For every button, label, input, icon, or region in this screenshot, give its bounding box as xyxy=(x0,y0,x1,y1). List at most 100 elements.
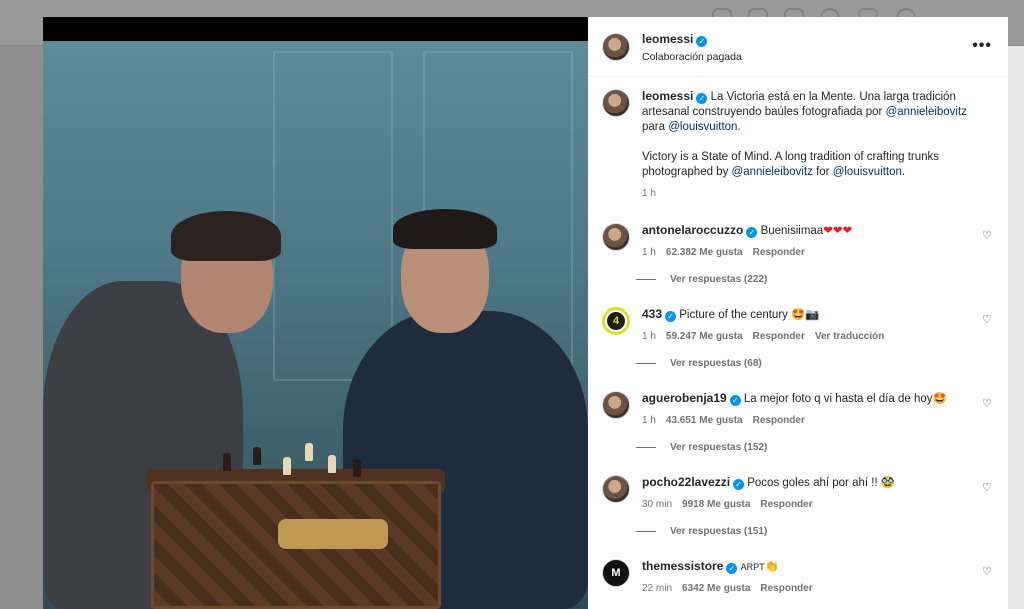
mention-link[interactable]: @annieleibovitz xyxy=(886,106,967,118)
comment-username[interactable]: antonelaroccuzzo xyxy=(642,223,743,237)
reply-button[interactable]: Responder xyxy=(753,415,805,426)
heart-outline-icon[interactable]: ♡ xyxy=(982,567,992,578)
post-header: leomessi ✓ Colaboración pagada ••• xyxy=(588,17,1008,77)
comment-text: Picture of the century xyxy=(679,309,788,321)
caption-text: . xyxy=(901,166,906,178)
replies-divider xyxy=(636,531,656,532)
view-replies-label[interactable]: Ver respuestas (222) xyxy=(670,274,767,285)
right-figure-hair xyxy=(393,209,497,249)
chess-piece xyxy=(353,459,361,477)
comment-likes[interactable]: 59.247 Me gusta xyxy=(666,331,743,342)
reply-button[interactable]: Responder xyxy=(753,331,805,342)
comment-time[interactable]: 1 h xyxy=(642,415,656,426)
comment-time[interactable]: 1 h xyxy=(642,247,656,258)
mention-link[interactable]: @louisvuitton xyxy=(668,121,737,133)
author-username[interactable]: leomessi xyxy=(642,32,693,46)
comment-item: antonelaroccuzzo ✓ Buenisiimaa❤❤❤ 1 h 62.3… xyxy=(602,223,992,260)
replies-divider xyxy=(636,279,656,280)
comment-username[interactable]: aguerobenja19 xyxy=(642,391,727,405)
post-photo xyxy=(43,41,588,609)
view-replies-link[interactable]: Ver respuestas (222) xyxy=(636,274,992,285)
heart-outline-icon[interactable]: ♡ xyxy=(982,231,992,242)
mention-link[interactable]: @louisvuitton xyxy=(833,166,902,178)
commenter-avatar[interactable] xyxy=(602,391,630,419)
verified-badge-icon: ✓ xyxy=(729,395,741,406)
caption-meta: 1 h xyxy=(642,186,982,201)
caption-text-en: Victory is a State of Mind. A long tradi… xyxy=(642,150,982,180)
comment-likes[interactable]: 62.382 Me gusta xyxy=(666,247,743,258)
comment-time[interactable]: 1 h xyxy=(642,331,656,342)
reply-button[interactable]: Responder xyxy=(760,583,812,594)
mention-link[interactable]: @annieleibovitz xyxy=(732,166,813,178)
verified-badge-icon: ✓ xyxy=(696,93,708,104)
avatar-logo: 4 xyxy=(607,312,625,330)
post-media[interactable] xyxy=(43,17,588,609)
verified-badge-icon: ✓ xyxy=(733,479,745,490)
translate-button[interactable]: Ver traducción xyxy=(815,331,884,342)
left-figure-hair xyxy=(171,211,281,261)
comments-list[interactable]: leomessi ✓ La Victoria está en la Mente. … xyxy=(588,77,1008,609)
caption-time[interactable]: 1 h xyxy=(642,188,656,199)
comment-likes[interactable]: 43.651 Me gusta xyxy=(666,415,743,426)
replies-divider xyxy=(636,447,656,448)
comment-username[interactable]: pocho22lavezzi xyxy=(642,475,730,489)
heart-outline-icon[interactable]: ♡ xyxy=(982,483,992,494)
comment-likes[interactable]: 6342 Me gusta xyxy=(682,583,750,594)
caption-text: . xyxy=(737,121,741,133)
verified-badge-icon: ✓ xyxy=(696,36,708,47)
comment-item: M themessistore ✓ ARPT👏 22 min 6342 Me gus… xyxy=(602,559,992,596)
comment-username[interactable]: themessistore xyxy=(642,559,723,573)
comment-text: Pocos goles ahí por ahí !! xyxy=(747,477,878,489)
view-replies-label[interactable]: Ver respuestas (151) xyxy=(670,526,767,537)
chess-piece xyxy=(223,453,231,471)
commenter-avatar[interactable]: M xyxy=(602,559,630,587)
commenter-avatar[interactable] xyxy=(602,475,630,503)
chess-piece xyxy=(253,447,261,465)
chess-piece xyxy=(283,457,291,475)
comment-emoji: 🤩📷 xyxy=(791,309,820,321)
comment-time[interactable]: 22 min xyxy=(642,583,672,594)
view-replies-label[interactable]: Ver respuestas (68) xyxy=(670,358,762,369)
view-replies-link[interactable]: Ver respuestas (151) xyxy=(636,526,992,537)
reply-button[interactable]: Responder xyxy=(760,499,812,510)
verified-badge-icon: ✓ xyxy=(726,563,738,574)
post-modal: leomessi ✓ Colaboración pagada ••• leomes… xyxy=(43,17,1008,609)
background-scrollbar xyxy=(1008,46,1024,609)
wall-panel xyxy=(273,51,393,381)
more-options-icon[interactable]: ••• xyxy=(972,37,992,55)
verified-badge-icon: ✓ xyxy=(746,227,758,238)
commenter-avatar[interactable]: 4 xyxy=(602,307,630,335)
verified-badge-icon: ✓ xyxy=(665,311,677,322)
author-avatar[interactable] xyxy=(602,32,630,61)
paid-partnership-label[interactable]: Colaboración pagada xyxy=(642,51,742,63)
caption-text: for xyxy=(812,166,833,178)
caption-text: para xyxy=(642,121,669,133)
chess-piece xyxy=(328,455,336,473)
comment-item: pocho22lavezzi ✓ Pocos goles ahí por ahí … xyxy=(602,475,992,512)
view-replies-link[interactable]: Ver respuestas (68) xyxy=(636,358,992,369)
post-caption: leomessi ✓ La Victoria está en la Mente. … xyxy=(602,89,992,201)
avatar-logo: M xyxy=(611,567,621,579)
comment-emoji: 🤩 xyxy=(932,393,947,405)
comment-username[interactable]: 433 xyxy=(642,307,662,321)
comment-text: ARPT xyxy=(740,562,765,572)
view-replies-link[interactable]: Ver respuestas (152) xyxy=(636,442,992,453)
chess-piece xyxy=(305,443,313,461)
comment-text: Buenisiimaa xyxy=(760,225,824,237)
replies-divider xyxy=(636,363,656,364)
comment-emoji: 🥸 xyxy=(880,477,896,489)
view-replies-label[interactable]: Ver respuestas (152) xyxy=(670,442,767,453)
author-avatar[interactable] xyxy=(602,89,630,117)
comment-emoji: ❤❤❤ xyxy=(823,225,853,237)
caption-author[interactable]: leomessi xyxy=(642,89,693,103)
heart-outline-icon[interactable]: ♡ xyxy=(982,399,992,410)
comment-item: 4 433 ✓ Picture of the century 🤩📷 1 h 59.2… xyxy=(602,307,992,344)
commenter-avatar[interactable] xyxy=(602,223,630,251)
heart-outline-icon[interactable]: ♡ xyxy=(982,315,992,326)
comment-likes[interactable]: 9918 Me gusta xyxy=(682,499,750,510)
comment-text: La mejor foto q vi hasta el día de hoy xyxy=(743,393,933,405)
reply-button[interactable]: Responder xyxy=(753,247,805,258)
post-sidebar: leomessi ✓ Colaboración pagada ••• leomes… xyxy=(588,17,1008,609)
comment-time[interactable]: 30 min xyxy=(642,499,672,510)
trunk-handle xyxy=(278,519,388,549)
